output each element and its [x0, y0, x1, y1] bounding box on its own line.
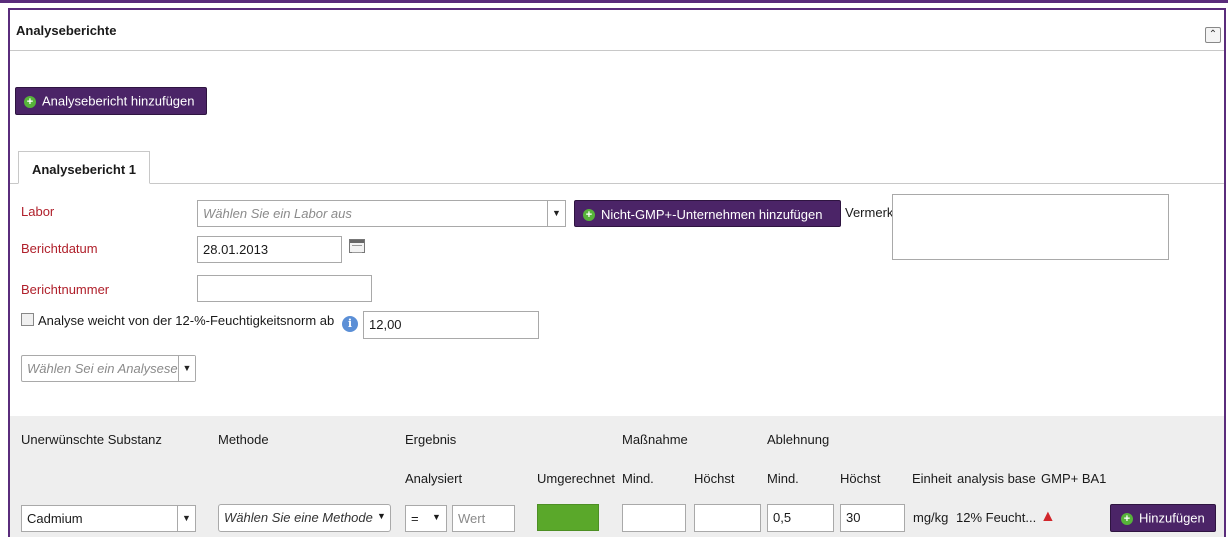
header-substanz: Unerwünschte Substanz	[21, 432, 162, 447]
vermerk-textarea[interactable]	[892, 194, 1169, 260]
chevron-down-icon[interactable]: ▼	[547, 201, 565, 226]
header-umgerechnet: Umgerechnet	[537, 471, 616, 486]
plus-icon: +	[24, 95, 36, 108]
chevron-up-icon[interactable]: ⌃	[1205, 27, 1221, 43]
plus-icon: +	[583, 208, 595, 221]
wert-input[interactable]: Wert	[452, 505, 515, 532]
header-ablehnung-mind: Mind.	[767, 471, 799, 486]
analysis-base-value: 12% Feucht...	[956, 510, 1037, 525]
add-substance-button[interactable]: + Hinzufügen	[1110, 504, 1216, 532]
header-methode: Methode	[218, 432, 269, 447]
header-massnahme-hoechst: Höchst	[694, 471, 735, 486]
substance-select[interactable]: Cadmium	[21, 505, 196, 532]
add-non-gmp-company-button[interactable]: + Nicht-GMP+-Unternehmen hinzufügen	[574, 200, 841, 227]
header-einheit: Einheit	[912, 471, 952, 486]
panel-title: Analyseberichte	[16, 23, 117, 38]
massnahme-hoechst-input[interactable]	[694, 504, 761, 532]
header-massnahme: Maßnahme	[622, 432, 688, 447]
berichtnummer-label: Berichtnummer	[21, 282, 110, 297]
moisture-checkbox[interactable]	[21, 313, 34, 326]
header-analysiert: Analysiert	[405, 471, 463, 486]
berichtdatum-label: Berichtdatum	[21, 241, 98, 256]
method-select[interactable]: Wählen Sie eine Methode	[218, 504, 391, 532]
analysis-set-select[interactable]: Wählen Sei ein Analysese	[21, 355, 196, 382]
header-massnahme-mind: Mind.	[622, 471, 654, 486]
header-ergebnis: Ergebnis	[405, 432, 457, 447]
header-ablehnung: Ablehnung	[767, 432, 830, 447]
labor-label: Labor	[21, 204, 55, 219]
add-report-button[interactable]: + Analysebericht hinzufügen	[15, 87, 207, 115]
labor-placeholder: Wählen Sie ein Labor aus	[203, 206, 352, 221]
header-gmp-ba1: GMP+ BA1	[1041, 471, 1107, 486]
tab-bar-line	[10, 183, 1224, 184]
chevron-down-icon[interactable]: ▼	[432, 512, 441, 522]
pdf-icon[interactable]: ▲	[1040, 508, 1056, 526]
converted-result-indicator	[537, 504, 599, 531]
tab-analysebericht-1[interactable]: Analysebericht 1	[18, 151, 150, 184]
labor-select[interactable]: Wählen Sie ein Labor aus	[197, 200, 566, 227]
info-icon[interactable]: i	[342, 316, 358, 332]
method-placeholder: Wählen Sie eine Methode	[224, 510, 373, 525]
vermerk-label: Vermerk	[845, 205, 894, 220]
plus-icon: +	[1121, 512, 1133, 525]
operator-value: =	[411, 511, 419, 526]
chevron-down-icon[interactable]: ▼	[178, 356, 195, 381]
header-analysis-base: analysis base	[957, 471, 1036, 486]
moisture-checkbox-label: Analyse weicht von der 12-%-Feuchtigkeit…	[38, 313, 335, 328]
chevron-down-icon[interactable]: ▼	[177, 506, 195, 531]
header-ablehnung-hoechst: Höchst	[840, 471, 881, 486]
top-border	[0, 0, 1228, 3]
einheit-value: mg/kg	[913, 510, 949, 525]
moisture-value-input[interactable]: 12,00	[363, 311, 539, 339]
analysis-set-placeholder: Wählen Sei ein Analysese	[27, 361, 178, 376]
berichtnummer-input[interactable]	[197, 275, 372, 302]
panel-header	[10, 16, 1224, 51]
calendar-icon[interactable]	[349, 239, 365, 253]
berichtdatum-input[interactable]: 28.01.2013	[197, 236, 342, 263]
massnahme-mind-input[interactable]	[622, 504, 686, 532]
ablehnung-mind-input[interactable]: 0,5	[767, 504, 834, 532]
wert-placeholder: Wert	[458, 511, 486, 526]
chevron-down-icon[interactable]: ▼	[377, 511, 386, 521]
ablehnung-hoechst-input[interactable]: 30	[840, 504, 905, 532]
